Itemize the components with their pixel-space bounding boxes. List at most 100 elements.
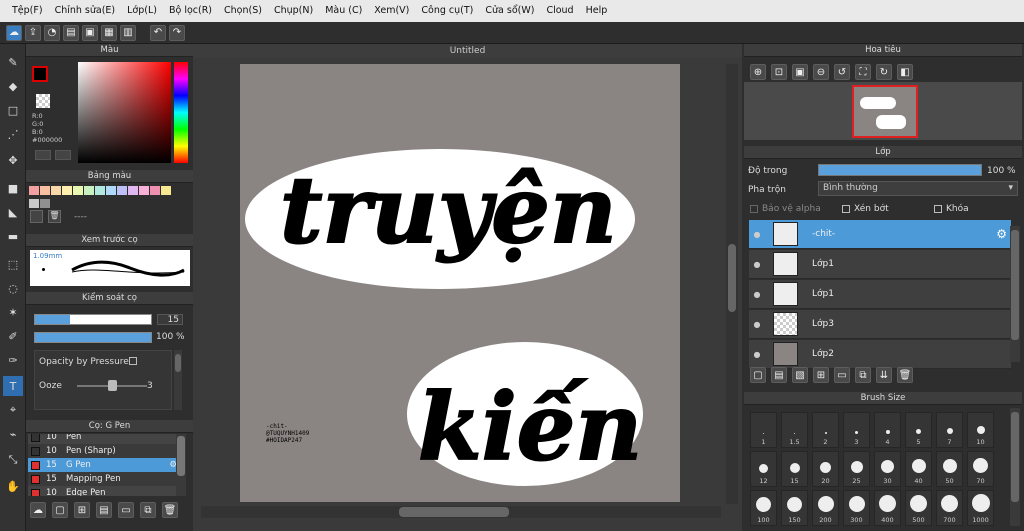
- menu-item[interactable]: Bộ lọc(R): [163, 0, 218, 22]
- lasso-icon[interactable]: ◌: [3, 278, 23, 298]
- menu-item[interactable]: Tệp(F): [6, 0, 49, 22]
- hand-tool-icon[interactable]: ✋: [3, 476, 23, 496]
- brush-size-preset[interactable]: 12: [750, 451, 777, 487]
- palette-swatch[interactable]: [95, 186, 105, 195]
- lock-option[interactable]: Khóa: [934, 204, 969, 214]
- brush-size-preset[interactable]: 10: [967, 412, 994, 448]
- palette-swatch[interactable]: [40, 199, 50, 208]
- eraser-tool-icon[interactable]: ◆: [3, 76, 23, 96]
- menu-item[interactable]: Cloud: [540, 0, 579, 22]
- select-pen-icon[interactable]: ✐: [3, 326, 23, 346]
- brush-size-preset[interactable]: 7: [936, 412, 963, 448]
- brush-size-preset[interactable]: 1: [750, 412, 777, 448]
- brush-size-preset[interactable]: 100: [750, 490, 777, 526]
- brush-size-preset[interactable]: 4: [874, 412, 901, 448]
- duplicate-layer-icon[interactable]: ⧉: [855, 367, 871, 383]
- palette-swatch[interactable]: [51, 186, 61, 195]
- page-icon[interactable]: ▣: [82, 24, 98, 41]
- alpha-protect-checkbox[interactable]: [750, 205, 758, 213]
- zoom-fit-icon[interactable]: ⊡: [771, 64, 787, 80]
- brush-size-preset[interactable]: 2: [812, 412, 839, 448]
- merge-layer-icon[interactable]: ⇊: [876, 367, 892, 383]
- menu-item[interactable]: Cửa sổ(W): [479, 0, 540, 22]
- palette-swatch[interactable]: [62, 186, 72, 195]
- eyedropper-icon[interactable]: ⤡: [3, 450, 23, 470]
- new-halftone-layer-icon[interactable]: ▤: [771, 367, 787, 383]
- menu-item[interactable]: Chụp(N): [268, 0, 319, 22]
- cloud-brush-icon[interactable]: ☁: [30, 502, 46, 518]
- brush-size-preset[interactable]: 25: [843, 451, 870, 487]
- gradient-tool-icon[interactable]: ▬: [3, 226, 23, 246]
- menu-item[interactable]: Xem(V): [368, 0, 415, 22]
- dotted-brush-icon[interactable]: ⋰: [3, 124, 23, 144]
- menu-item[interactable]: Lớp(L): [121, 0, 163, 22]
- brush-settings-icon[interactable]: ▤: [96, 502, 112, 518]
- canvas-vertical-scrollbar[interactable]: [726, 64, 738, 504]
- select-rect-icon[interactable]: ⬚: [3, 254, 23, 274]
- palette-swatch[interactable]: [40, 186, 50, 195]
- opacity-pressure-checkbox[interactable]: [129, 357, 137, 365]
- lock-checkbox[interactable]: [934, 205, 942, 213]
- canvas[interactable]: truyện kiến -chit- @TUQUYNH1409 #HOIDAP2…: [240, 64, 680, 502]
- magic-wand-icon[interactable]: ✶: [3, 302, 23, 322]
- panel-icon[interactable]: ▤: [63, 24, 79, 41]
- layer-row[interactable]: ● -chit- ⚙: [749, 220, 1011, 249]
- new-layer-icon[interactable]: ▢: [750, 367, 766, 383]
- canvas-horizontal-scrollbar[interactable]: [201, 506, 721, 518]
- brush-item[interactable]: 10 Pen (Sharp): [28, 444, 179, 458]
- brush-item[interactable]: 15 G Pen ⚙: [28, 458, 179, 472]
- saturation-value-field[interactable]: [78, 62, 171, 163]
- brush-size-preset[interactable]: 20: [812, 451, 839, 487]
- brush-size-scrollbar[interactable]: [1010, 408, 1020, 526]
- eye-icon[interactable]: ●: [749, 350, 765, 359]
- layer-row[interactable]: ● Lớp2: [749, 340, 1011, 369]
- rectangle-tool-icon[interactable]: □: [3, 100, 23, 120]
- brush-size-preset[interactable]: 30: [874, 451, 901, 487]
- layer-folder-icon[interactable]: ▭: [834, 367, 850, 383]
- layer-opacity-slider[interactable]: [818, 164, 982, 176]
- brush-size-preset[interactable]: 70: [967, 451, 994, 487]
- palette-swatch[interactable]: [161, 186, 171, 195]
- flip-icon[interactable]: ◧: [897, 64, 913, 80]
- add-layer-menu-icon[interactable]: ⊞: [813, 367, 829, 383]
- new-palette-icon[interactable]: [30, 210, 43, 223]
- brush-size-preset[interactable]: 500: [905, 490, 932, 526]
- palette-swatch[interactable]: [29, 199, 39, 208]
- foreground-color[interactable]: [32, 66, 48, 82]
- brush-size-preset[interactable]: 1.5: [781, 412, 808, 448]
- brush-size-preset[interactable]: 50: [936, 451, 963, 487]
- brush-folder-icon[interactable]: ▭: [118, 502, 134, 518]
- fit-window-icon[interactable]: ⛶: [855, 64, 871, 80]
- palette-swatch[interactable]: [128, 186, 138, 195]
- brush-list-scrollbar[interactable]: [176, 434, 186, 496]
- move-tool-icon[interactable]: ✥: [3, 150, 23, 170]
- brush-tool-icon[interactable]: ✎: [3, 52, 23, 72]
- transparent-swatch[interactable]: [36, 94, 50, 108]
- menu-item[interactable]: Công cụ(T): [415, 0, 479, 22]
- palette-swatch[interactable]: [29, 186, 39, 195]
- fill-rect-tool-icon[interactable]: ■: [3, 178, 23, 198]
- zoom-out-icon[interactable]: ⊖: [813, 64, 829, 80]
- divide-tool-icon[interactable]: ⌁: [3, 424, 23, 444]
- delete-palette-icon[interactable]: 🗑: [48, 210, 61, 223]
- delete-layer-icon[interactable]: 🗑: [897, 367, 913, 383]
- menu-item[interactable]: Màu (C): [319, 0, 368, 22]
- bucket-tool-icon[interactable]: ◣: [3, 202, 23, 222]
- text-tool-icon[interactable]: T: [3, 376, 23, 396]
- actual-size-icon[interactable]: ▣: [792, 64, 808, 80]
- grid-icon[interactable]: ▥: [120, 24, 136, 41]
- new-brush-icon[interactable]: ▢: [52, 502, 68, 518]
- rotate-right-icon[interactable]: ↻: [876, 64, 892, 80]
- speech-bubble-icon[interactable]: ◔: [44, 24, 60, 41]
- delete-brush-icon[interactable]: 🗑: [162, 502, 178, 518]
- layer-row[interactable]: ● Lớp1: [749, 250, 1011, 279]
- hue-slider[interactable]: [174, 62, 188, 163]
- document-icon[interactable]: ▦: [101, 24, 117, 41]
- color-mode-button[interactable]: [35, 150, 51, 160]
- layer-list-scrollbar[interactable]: [1010, 226, 1020, 362]
- palette-swatch[interactable]: [84, 186, 94, 195]
- select-eraser-icon[interactable]: ✑: [3, 350, 23, 370]
- brush-size-slider[interactable]: [34, 314, 152, 325]
- navigator-thumbnail[interactable]: [852, 85, 918, 138]
- rotate-left-icon[interactable]: ↺: [834, 64, 850, 80]
